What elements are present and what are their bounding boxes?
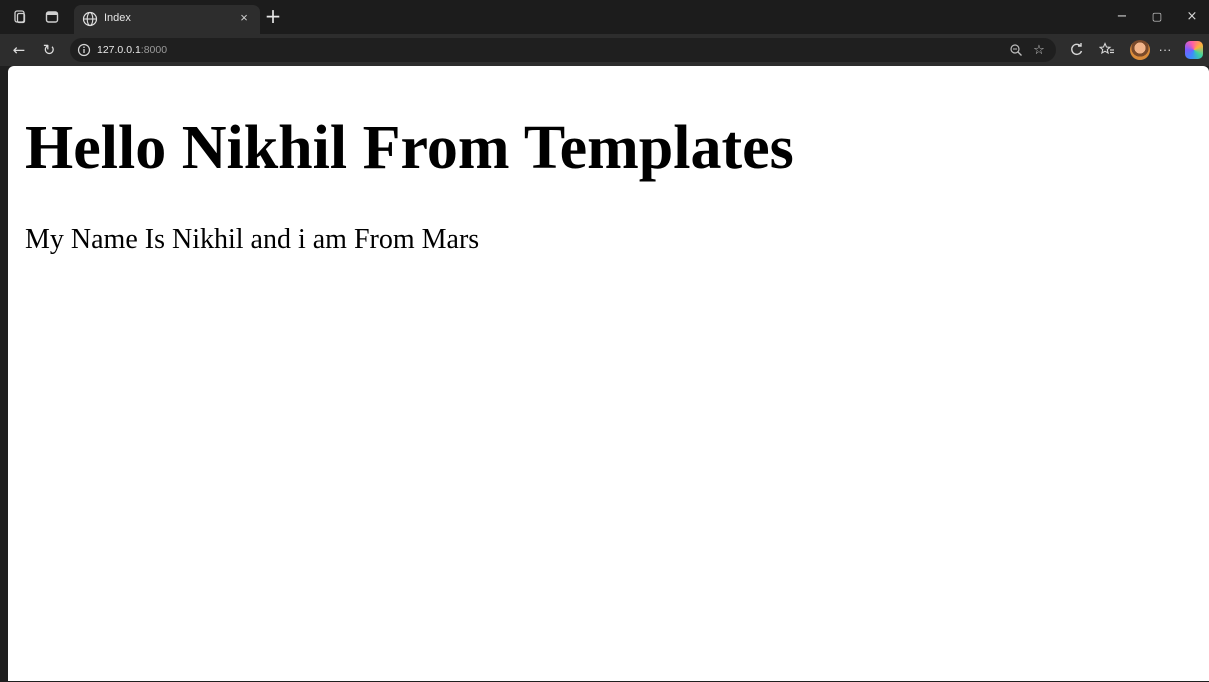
- favorites-list-icon[interactable]: [1098, 42, 1115, 58]
- tab-title: Index: [104, 12, 131, 24]
- maximize-icon[interactable]: ▢: [1147, 8, 1167, 26]
- more-options-icon[interactable]: ···: [1157, 42, 1173, 58]
- info-icon[interactable]: [77, 43, 91, 57]
- close-tab-icon[interactable]: ×: [236, 10, 252, 26]
- back-button[interactable]: ←: [10, 41, 28, 59]
- favorite-star-icon[interactable]: ☆: [1032, 43, 1046, 57]
- browser-toolbar: ← ↻ 127.0.0.1:8000 ☆ ···: [0, 34, 1209, 66]
- page-viewport: Hello Nikhil From Templates My Name Is N…: [8, 66, 1209, 681]
- url-port: :8000: [140, 44, 168, 56]
- close-window-icon[interactable]: ×: [1182, 8, 1202, 26]
- tab-strip: Index × + − ▢ ×: [0, 0, 1209, 34]
- new-tab-button[interactable]: +: [264, 6, 282, 26]
- browser-window: Index × + − ▢ × ← ↻ 127.0.0.1:8000 ☆ ···: [0, 0, 1209, 682]
- globe-icon: [82, 11, 98, 27]
- tab-index[interactable]: Index ×: [74, 5, 260, 34]
- page-paragraph: My Name Is Nikhil and i am From Mars: [25, 224, 480, 255]
- tab-actions-icon[interactable]: [44, 9, 60, 25]
- address-bar[interactable]: 127.0.0.1:8000 ☆: [70, 38, 1056, 62]
- refresh-button[interactable]: ↻: [40, 41, 58, 59]
- url-text: 127.0.0.1:8000: [97, 44, 167, 56]
- extensions-icon[interactable]: [1069, 42, 1085, 58]
- minimize-icon[interactable]: −: [1112, 8, 1132, 26]
- copilot-icon[interactable]: [1185, 41, 1203, 59]
- page-heading: Hello Nikhil From Templates: [25, 114, 794, 182]
- zoom-icon[interactable]: [1009, 43, 1023, 57]
- workspaces-icon[interactable]: [12, 9, 28, 25]
- profile-avatar[interactable]: [1130, 40, 1150, 60]
- url-host: 127.0.0.1: [97, 44, 141, 56]
